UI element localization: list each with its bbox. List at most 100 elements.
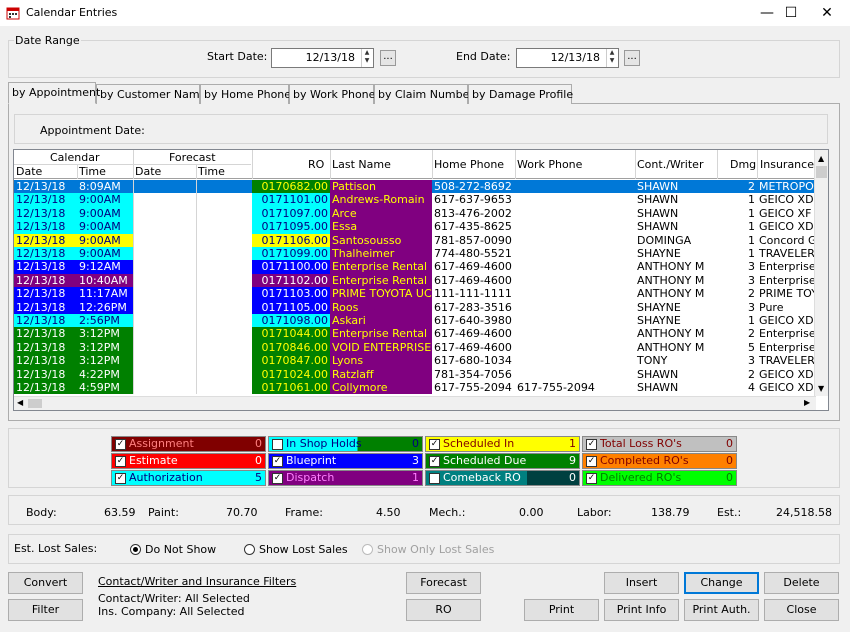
- col-forecast-time[interactable]: Time: [198, 165, 225, 178]
- start-date-spinner[interactable]: ▲ ▼: [361, 49, 372, 67]
- table-cell: [196, 300, 252, 314]
- col-ro[interactable]: RO: [308, 158, 324, 171]
- convert-button[interactable]: Convert: [8, 572, 83, 594]
- tab-by-damage-profile[interactable]: by Damage Profile: [468, 84, 573, 104]
- scroll-right-arrow-icon[interactable]: ▶: [804, 398, 810, 407]
- table-cell: 2: [748, 287, 755, 301]
- tab-by-work-phone[interactable]: by Work Phone: [289, 84, 375, 104]
- checkbox-checked-icon[interactable]: ✓: [272, 473, 283, 484]
- end-date-field[interactable]: 12/13/18 ▲ ▼: [516, 48, 619, 68]
- table-row[interactable]: 12/13/18 3:12PM 0170846.00 VOID ENTERPRISE 6…: [14, 340, 816, 355]
- labor-label: Labor:: [577, 506, 612, 519]
- table-row[interactable]: 12/13/18 8:09AM 0170682.00 Pattison 508-272-…: [14, 180, 816, 194]
- table-row[interactable]: 12/13/18 9:00AM 0171099.00 Thalheimer 774-48…: [14, 247, 816, 261]
- col-forecast-date[interactable]: Date: [135, 165, 161, 178]
- tab-by-home-phone[interactable]: by Home Phone: [200, 84, 291, 104]
- legend-scheduled-due[interactable]: ✓ Scheduled Due 9: [425, 453, 580, 469]
- checkbox-unchecked-icon[interactable]: [429, 473, 440, 484]
- start-date-picker-button[interactable]: ...: [380, 50, 396, 66]
- radio-do-not-show[interactable]: Do Not Show: [130, 543, 216, 556]
- forecast-button[interactable]: Forecast: [406, 572, 481, 594]
- checkbox-checked-icon[interactable]: ✓: [586, 439, 597, 450]
- close-window-button[interactable]: ✕: [804, 0, 850, 26]
- col-time[interactable]: Time: [79, 165, 106, 178]
- grid-vertical-scrollbar[interactable]: ▲ ▼: [814, 150, 828, 396]
- start-date-field[interactable]: 12/13/18 ▲ ▼: [271, 48, 374, 68]
- legend-total-loss-ro-s[interactable]: ✓ Total Loss RO's 0: [582, 436, 737, 452]
- checkbox-checked-icon[interactable]: ✓: [429, 456, 440, 467]
- col-last-name[interactable]: Last Name: [332, 158, 391, 171]
- print-button[interactable]: Print: [524, 599, 599, 621]
- filter-button[interactable]: Filter: [8, 599, 83, 621]
- print-auth-button[interactable]: Print Auth.: [684, 599, 759, 621]
- forecast-group-header: Forecast: [169, 151, 216, 164]
- table-row[interactable]: 12/13/18 9:12AM 0171100.00 Enterprise Renta…: [14, 260, 816, 274]
- tab-by-appointment[interactable]: by Appointment: [8, 82, 100, 104]
- checkbox-checked-icon[interactable]: ✓: [272, 456, 283, 467]
- checkbox-checked-icon[interactable]: ✓: [429, 439, 440, 450]
- print-info-button[interactable]: Print Info: [604, 599, 679, 621]
- table-row[interactable]: 12/13/18 12:26PM 0171105.00 Roos 617-283-351…: [14, 300, 816, 314]
- legend-estimate[interactable]: ✓ Estimate 0: [111, 453, 266, 469]
- table-row[interactable]: 12/13/18 9:00AM 0171101.00 Andrews-Romain 61…: [14, 193, 816, 207]
- scroll-up-arrow-icon[interactable]: ▲: [818, 154, 824, 163]
- table-row[interactable]: 12/13/18 4:59PM 0171061.00 Collymore 617-755…: [14, 381, 816, 395]
- legend-authorization[interactable]: ✓ Authorization 5: [111, 470, 266, 486]
- table-row[interactable]: 12/13/18 11:17AM 0171103.00 PRIME TOYOTA UC…: [14, 287, 816, 301]
- legend-assignment[interactable]: ✓ Assignment 0: [111, 436, 266, 452]
- table-cell: 1: [748, 220, 755, 234]
- tab-by-claim-number[interactable]: by Claim Number: [374, 84, 474, 104]
- ro-button[interactable]: RO: [406, 599, 481, 621]
- end-date-spinner[interactable]: ▲ ▼: [606, 49, 617, 67]
- checkbox-checked-icon[interactable]: ✓: [115, 456, 126, 467]
- radio-show-lost-sales[interactable]: Show Lost Sales: [244, 543, 348, 556]
- legend-completed-ro-s[interactable]: ✓ Completed RO's 0: [582, 453, 737, 469]
- legend-blueprint[interactable]: ✓ Blueprint 3: [268, 453, 423, 469]
- legend-comeback-ro[interactable]: Comeback RO 0: [425, 470, 580, 486]
- table-row[interactable]: 12/13/18 4:22PM 0171024.00 Ratzlaff 781-354-…: [14, 367, 816, 381]
- table-cell: 774-480-5521: [434, 247, 512, 260]
- table-row[interactable]: 12/13/18 2:56PM 0171098.00 Askari 617-640-39…: [14, 314, 816, 328]
- checkbox-checked-icon[interactable]: ✓: [586, 456, 597, 467]
- col-cont-writer[interactable]: Cont./Writer: [637, 158, 703, 171]
- table-row[interactable]: 12/13/18 3:12PM 0171044.00 Enterprise Renta…: [14, 327, 816, 341]
- table-row[interactable]: 12/13/18 9:00AM 0171106.00 Santosousso 781-8…: [14, 233, 816, 247]
- table-cell: [196, 381, 252, 395]
- table-cell: ANTHONY M: [637, 287, 705, 301]
- legend-scheduled-in[interactable]: ✓ Scheduled In 1: [425, 436, 580, 452]
- insert-button[interactable]: Insert: [604, 572, 679, 594]
- legend-dispatch[interactable]: ✓ Dispatch 1: [268, 470, 423, 486]
- end-date-label: End Date:: [456, 50, 511, 63]
- table-cell: SHAWN: [637, 193, 679, 207]
- table-row[interactable]: 12/13/18 3:12PM 0170847.00 Lyons 617-680-103…: [14, 354, 816, 368]
- table-cell: [133, 354, 196, 368]
- checkbox-checked-icon[interactable]: ✓: [115, 439, 126, 450]
- scroll-thumb[interactable]: [816, 166, 827, 178]
- filters-title[interactable]: Contact/Writer and Insurance Filters: [98, 575, 296, 588]
- close-button[interactable]: Close: [764, 599, 839, 621]
- radio-show-only-lost-sales[interactable]: Show Only Lost Sales: [362, 543, 494, 556]
- legend-label: Dispatch: [286, 471, 335, 484]
- appointments-grid[interactable]: Calendar Forecast Date Time Date Time RO…: [13, 149, 829, 411]
- col-work-phone[interactable]: Work Phone: [517, 158, 582, 171]
- end-date-picker-button[interactable]: ...: [624, 50, 640, 66]
- grid-horizontal-scrollbar[interactable]: ◀ ▶: [14, 396, 816, 410]
- hscroll-thumb[interactable]: [28, 399, 42, 408]
- checkbox-checked-icon[interactable]: ✓: [586, 473, 597, 484]
- tab-by-customer-name[interactable]: by Customer Name: [96, 84, 206, 104]
- table-row[interactable]: 12/13/18 9:00AM 0171097.00 Arce 813-476-2002…: [14, 206, 816, 221]
- checkbox-unchecked-icon[interactable]: [272, 439, 283, 450]
- col-dmg[interactable]: Dmg: [730, 158, 756, 171]
- scroll-down-arrow-icon[interactable]: ▼: [818, 384, 824, 393]
- change-button[interactable]: Change: [684, 572, 759, 594]
- legend-in-shop-holds[interactable]: In Shop Holds 0: [268, 436, 423, 452]
- checkbox-checked-icon[interactable]: ✓: [115, 473, 126, 484]
- col-date[interactable]: Date: [16, 165, 42, 178]
- col-home-phone[interactable]: Home Phone: [434, 158, 504, 171]
- scroll-left-arrow-icon[interactable]: ◀: [17, 398, 23, 407]
- col-insurance[interactable]: Insurance: [760, 158, 814, 171]
- table-row[interactable]: 12/13/18 10:40AM 0171102.00 Enterprise Rent…: [14, 273, 816, 288]
- table-row[interactable]: 12/13/18 9:00AM 0171095.00 Essa 617-435-8625…: [14, 220, 816, 234]
- delete-button[interactable]: Delete: [764, 572, 839, 594]
- legend-delivered-ro-s[interactable]: ✓ Delivered RO's 0: [582, 470, 737, 486]
